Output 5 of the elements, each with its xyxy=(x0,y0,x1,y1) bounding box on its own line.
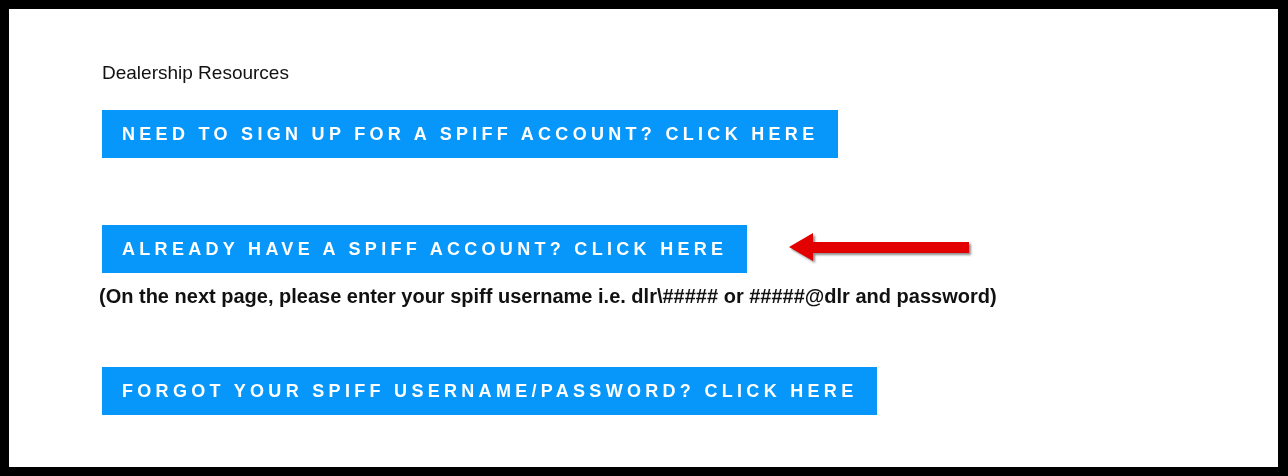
section-heading: Dealership Resources xyxy=(102,61,290,85)
link-button[interactable]: ALREADY HAVE A SPIFF ACCOUNT? CLICK HERE xyxy=(102,224,748,273)
link-button[interactable]: NEED TO SIGN UP FOR A SPIFF ACCOUNT? CLICK HERE xyxy=(102,109,839,158)
link-button[interactable]: FORGOT YOUR SPIFF USERNAME/PASSWORD? CLICK HERE xyxy=(102,366,878,415)
instruction-text: (On the next page, please enter your spiff username i.e. dlr\##### or #####@dlr and password) xyxy=(99,283,998,309)
